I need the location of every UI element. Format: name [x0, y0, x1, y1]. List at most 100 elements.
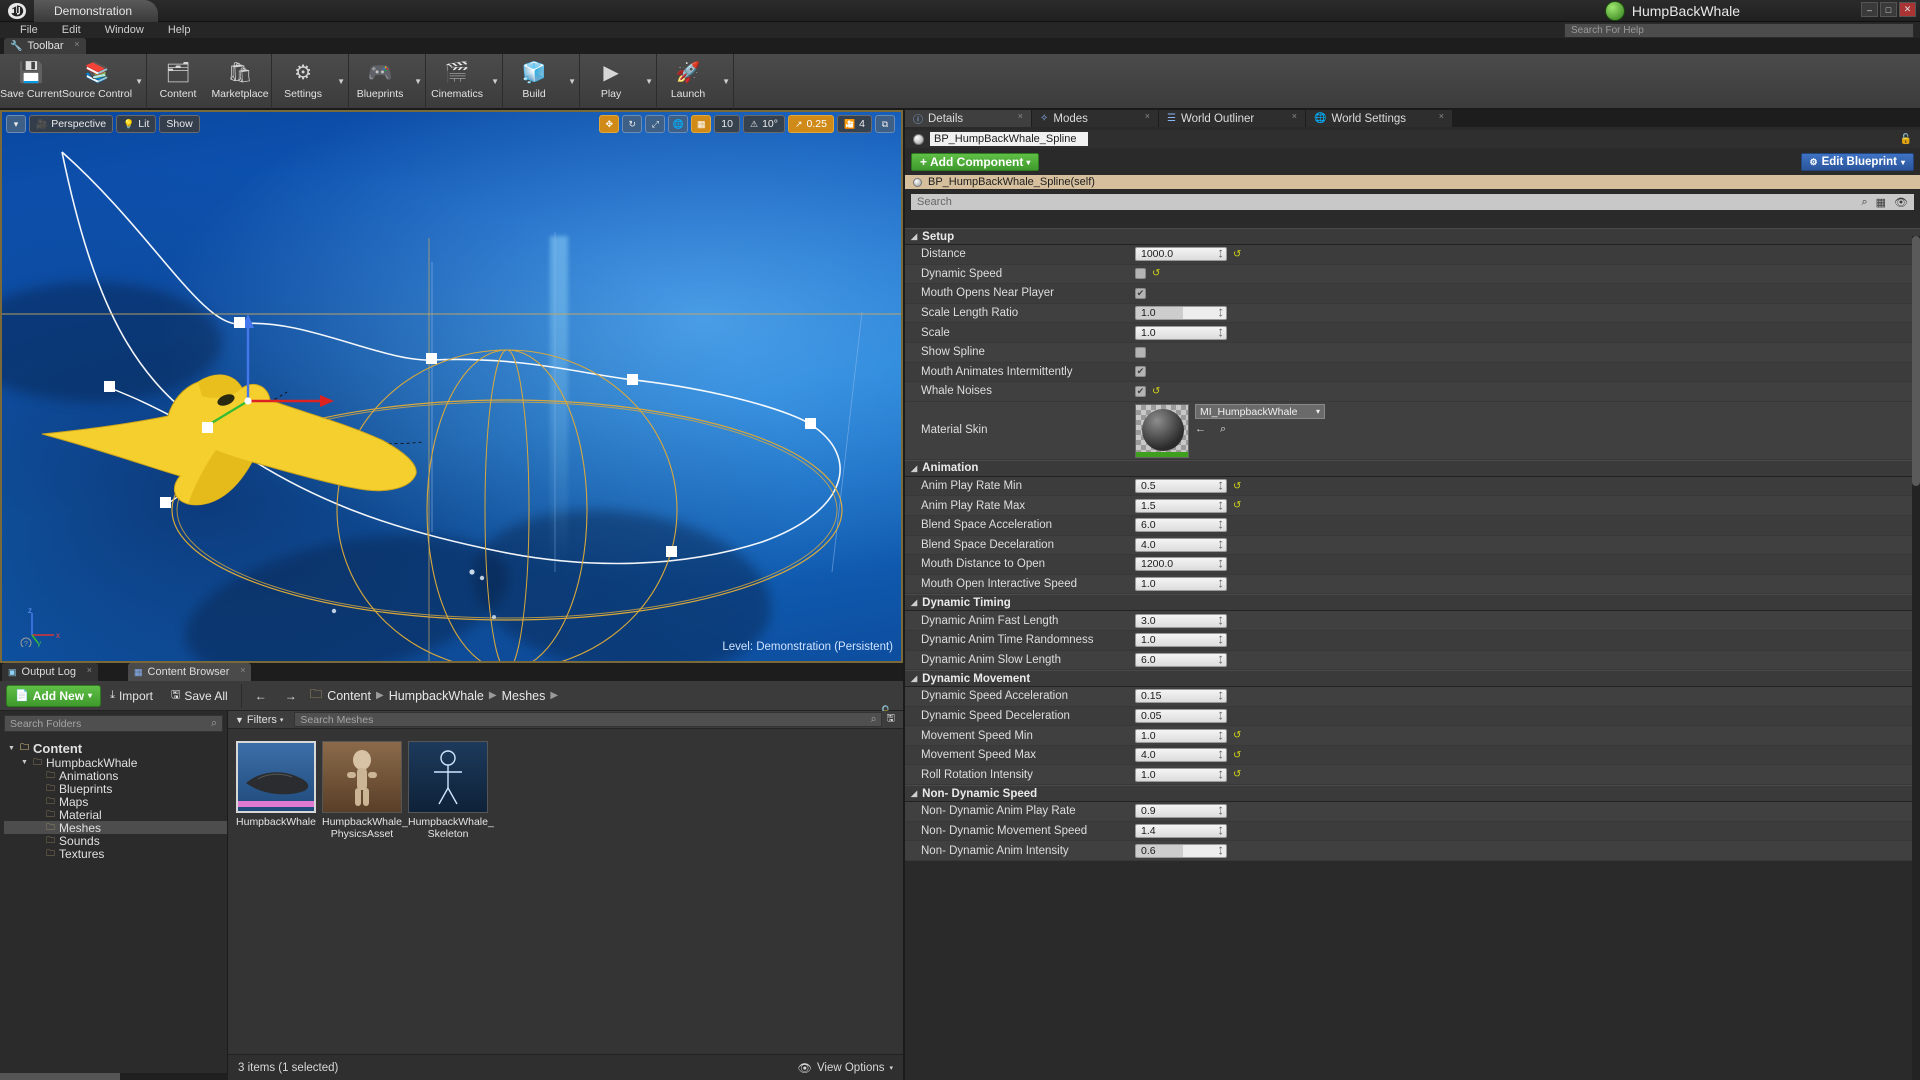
property-value-input[interactable]: 1.0 ⤡ — [1135, 728, 1227, 743]
project-tab[interactable]: Demonstration — [34, 0, 159, 22]
toolbar-button-build[interactable]: 🧊 Build — [503, 54, 565, 109]
category-animation[interactable]: ◢ Animation — [905, 459, 1920, 477]
chevron-down-icon[interactable]: ▼ — [8, 745, 16, 752]
spinner-icon[interactable]: ⤡ — [1214, 578, 1226, 590]
use-selected-asset-icon[interactable]: ← — [1195, 423, 1206, 436]
tab-world-settings[interactable]: 🌐 World Settings × — [1306, 110, 1452, 127]
browse-asset-icon[interactable]: ⌕ — [1220, 423, 1226, 436]
category-non-dynamic-speed[interactable]: ◢ Non- Dynamic Speed — [905, 785, 1920, 803]
chevron-down-icon[interactable]: ▼ — [411, 54, 425, 109]
tab-details[interactable]: ⓘ Details × — [905, 110, 1031, 127]
close-icon[interactable]: × — [1439, 111, 1444, 121]
close-icon[interactable]: × — [74, 39, 79, 49]
folder-node-material[interactable]: 🗀 Material — [4, 808, 227, 822]
asset-tile-humpbackwhale[interactable]: HumpbackWhale — [236, 741, 316, 840]
reset-to-default-icon[interactable]: ↺ — [1152, 268, 1160, 279]
tab-world-outliner[interactable]: ☰ World Outliner × — [1159, 110, 1305, 127]
chevron-down-icon[interactable]: ▼ — [334, 54, 348, 109]
spinner-icon[interactable]: ⤡ — [1214, 519, 1226, 531]
folder-node-meshes[interactable]: 🗀 Meshes — [4, 821, 227, 835]
viewport-grid-snap-value[interactable]: 10 — [714, 115, 740, 133]
property-value-input[interactable]: 6.0 ⤡ — [1135, 518, 1227, 533]
toolbar-button-save-current[interactable]: 💾 Save Current — [0, 54, 62, 109]
chevron-down-icon[interactable]: ▼ — [21, 759, 29, 766]
folder-search-input[interactable]: Search Folders ⌕ — [4, 715, 223, 732]
chevron-down-icon[interactable]: ▼ — [488, 54, 502, 109]
chevron-down-icon[interactable]: ▼ — [132, 54, 146, 109]
menu-item-window[interactable]: Window — [93, 22, 156, 38]
search-icon[interactable]: ⌕ — [1861, 196, 1867, 209]
property-value-input[interactable]: 1.0 ⤡ — [1135, 325, 1227, 340]
property-value-input[interactable]: 3.0 ⤡ — [1135, 613, 1227, 628]
viewport-scale-snap[interactable]: ↗ 0.25 — [787, 115, 834, 133]
folder-node-sounds[interactable]: 🗀 Sounds — [4, 834, 227, 848]
component-self-row[interactable]: BP_HumpBackWhale_Spline(self) — [905, 175, 1920, 189]
spinner-icon[interactable]: ⤡ — [1214, 327, 1226, 339]
menu-item-edit[interactable]: Edit — [50, 22, 93, 38]
spinner-icon[interactable]: ⤡ — [1214, 806, 1226, 818]
nav-forward-button[interactable]: → — [276, 685, 306, 707]
viewport-show-menu[interactable]: Show — [159, 115, 200, 133]
property-value-input[interactable]: 1.5 ⤡ — [1135, 498, 1227, 513]
property-value-input[interactable]: 0.9 ⤡ — [1135, 804, 1227, 819]
save-asset-icon[interactable]: 🖫 — [886, 711, 903, 728]
spinner-icon[interactable]: ⤡ — [1214, 730, 1226, 742]
viewport-perspective[interactable]: 🎥 Perspective — [29, 115, 114, 133]
property-value-input[interactable]: 1.0 ⤡ — [1135, 577, 1227, 592]
asset-tile-skeleton[interactable]: HumpbackWhale_ Skeleton — [408, 741, 494, 840]
property-checkbox[interactable] — [1135, 268, 1146, 280]
add-component-button[interactable]: + Add Component ▾ — [911, 153, 1040, 171]
toolbar-button-cinematics[interactable]: 🎬 Cinematics — [426, 54, 488, 109]
property-value-input[interactable]: 6.0 ⤡ — [1135, 652, 1227, 667]
toolbar-button-launch[interactable]: 🚀 Launch — [657, 54, 719, 109]
asset-search-input[interactable]: Search Meshes ⌕ — [294, 712, 883, 727]
viewport-rotate-gizmo[interactable]: ↻ — [622, 115, 643, 133]
spinner-icon[interactable]: ⤡ — [1214, 769, 1226, 781]
spinner-icon[interactable]: ⤡ — [1214, 559, 1226, 571]
property-value-input[interactable]: 0.5 ⤡ — [1135, 479, 1227, 494]
category-setup[interactable]: ◢ Setup — [905, 228, 1920, 245]
property-value-input[interactable]: 0.15 ⤡ — [1135, 689, 1227, 704]
spinner-icon[interactable]: ⤡ — [1214, 691, 1226, 703]
level-viewport[interactable]: ▾ 🎥 Perspective 💡 Lit Show ✥ ↻ ⤢ 🌐 ▦ 10 ⚠ 10° ↗ 0.25 🎦 4… — [0, 110, 903, 663]
menu-item-file[interactable]: File — [8, 22, 50, 38]
tab-output-log[interactable]: ▣ Output Log × — [2, 663, 98, 681]
details-scrollbar[interactable] — [1912, 236, 1920, 1080]
reset-to-default-icon[interactable]: ↺ — [1233, 249, 1241, 260]
reset-to-default-icon[interactable]: ↺ — [1233, 500, 1241, 511]
spinner-icon[interactable]: ⤡ — [1214, 634, 1226, 646]
search-help-input[interactable]: Search For Help — [1564, 23, 1914, 38]
toolbar-button-play[interactable]: ▶ Play — [580, 54, 642, 109]
chevron-down-icon[interactable]: ▼ — [642, 54, 656, 109]
filters-button[interactable]: ▼ Filters ▾ — [228, 714, 290, 726]
close-icon[interactable]: × — [1145, 111, 1150, 121]
spinner-icon[interactable]: ⤡ — [1214, 749, 1226, 761]
maximize-button[interactable]: □ — [1880, 2, 1897, 17]
reset-to-default-icon[interactable]: ↺ — [1233, 481, 1241, 492]
viewport-scale-gizmo[interactable]: ⤢ — [645, 115, 666, 133]
folder-tree-hscrollbar[interactable] — [0, 1073, 230, 1080]
viewport-camera-speed[interactable]: 🎦 4 — [836, 115, 872, 133]
chevron-down-icon[interactable]: ▼ — [565, 54, 579, 109]
lock-icon[interactable]: 🔓 — [1900, 134, 1912, 145]
spinner-icon[interactable]: ⤡ — [1214, 654, 1226, 666]
menu-item-help[interactable]: Help — [156, 22, 203, 38]
details-scrollbar-thumb[interactable] — [1912, 236, 1920, 486]
eye-icon[interactable]: 👁 — [1894, 196, 1908, 209]
toolbar-button-marketplace[interactable]: 🛍 Marketplace — [209, 54, 271, 109]
category-dynamic-movement[interactable]: ◢ Dynamic Movement — [905, 670, 1920, 688]
close-icon[interactable]: × — [87, 665, 92, 675]
property-value-input[interactable]: 1.0 ⤡ — [1135, 633, 1227, 648]
folder-node-humpbackwhale[interactable]: ▼ 🗀 HumpbackWhale — [4, 756, 227, 770]
reset-to-default-icon[interactable]: ↺ — [1233, 730, 1241, 741]
actor-name-input[interactable]: BP_HumpBackWhale_Spline — [930, 132, 1088, 146]
save-all-button[interactable]: 🖫 Save All — [162, 685, 237, 707]
viewport-maximize-viewport[interactable]: ⧉ — [875, 115, 895, 133]
tab-modes[interactable]: ✧ Modes × — [1032, 110, 1158, 127]
viewport-transform-gizmo-toggle[interactable]: ✥ — [599, 115, 620, 133]
close-icon[interactable]: × — [1018, 111, 1023, 121]
details-search-input[interactable]: Search ⌕ ▦ 👁 — [911, 194, 1914, 210]
folder-node-textures[interactable]: 🗀 Textures — [4, 847, 227, 861]
property-value-input[interactable]: 0.05 ⤡ — [1135, 708, 1227, 723]
spinner-icon[interactable]: ⤡ — [1214, 500, 1226, 512]
